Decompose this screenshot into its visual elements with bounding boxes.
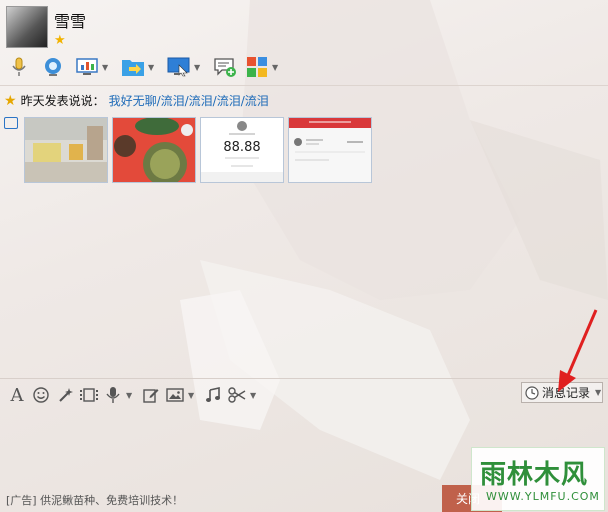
video-clip-icon[interactable] [78, 382, 100, 408]
photo-amount: 88.88 [223, 140, 260, 155]
chevron-down-icon[interactable]: ▼ [102, 63, 112, 72]
video-camera-icon[interactable] [40, 54, 66, 80]
status-line: ★ 昨天发表说说： 我好无聊/流泪/流泪/流泪/流泪 [4, 92, 269, 109]
remote-desktop-icon[interactable] [166, 54, 192, 80]
chat-toolbar: ▼ ▼ ▼ ▼ [6, 54, 288, 80]
chevron-down-icon[interactable]: ▼ [272, 63, 282, 72]
divider [0, 378, 608, 379]
photo-thumbnail[interactable] [112, 117, 196, 183]
send-file-icon[interactable] [120, 54, 146, 80]
input-toolbar: A ▼ ▼ ▼ [6, 382, 262, 408]
photo-thumbnail[interactable] [24, 117, 108, 183]
music-icon[interactable] [202, 382, 224, 408]
chat-header: 雪雪 ★ ▼ ▼ ▼ ▼ [0, 0, 608, 88]
chevron-down-icon[interactable]: ▼ [148, 63, 158, 72]
avatar[interactable] [6, 6, 48, 48]
voice-icon[interactable] [102, 382, 124, 408]
emoji-icon[interactable] [30, 382, 52, 408]
screen-share-icon[interactable] [74, 54, 100, 80]
new-message-icon[interactable] [212, 54, 238, 80]
edit-icon[interactable] [140, 382, 162, 408]
watermark-url: WWW.YLMFU.COM [486, 490, 600, 503]
photo-thumbnail[interactable] [288, 117, 372, 183]
chevron-down-icon[interactable]: ▼ [250, 391, 260, 400]
contact-name[interactable]: 雪雪 [54, 8, 86, 32]
scissors-icon[interactable] [226, 382, 248, 408]
chevron-down-icon[interactable]: ▼ [188, 391, 198, 400]
photo-strip: 88.88 [4, 117, 372, 183]
image-icon[interactable] [164, 382, 186, 408]
font-icon[interactable]: A [6, 382, 28, 408]
magic-icon[interactable] [54, 382, 76, 408]
chevron-down-icon[interactable]: ▼ [126, 391, 136, 400]
camera-icon [4, 117, 18, 129]
annotation-arrow [558, 309, 598, 392]
star-icon: ★ [54, 33, 66, 48]
watermark-logo: 雨林木风 WWW.YLMFU.COM [471, 447, 605, 511]
photo-thumbnail[interactable]: 88.88 [200, 117, 284, 183]
apps-icon[interactable] [244, 54, 270, 80]
clock-icon [525, 385, 539, 400]
status-label: 昨天发表说说： [20, 94, 105, 108]
status-link[interactable]: 我好无聊/流泪/流泪/流泪/流泪 [109, 92, 269, 109]
watermark-title: 雨林木风 [480, 460, 589, 490]
ad-text[interactable]: [广告] 供泥鳅苗种、免费培训技术！ [6, 492, 183, 508]
chevron-down-icon[interactable]: ▼ [194, 63, 204, 72]
divider [0, 85, 608, 86]
star-icon: ★ [4, 92, 17, 109]
microphone-icon[interactable] [6, 54, 32, 80]
